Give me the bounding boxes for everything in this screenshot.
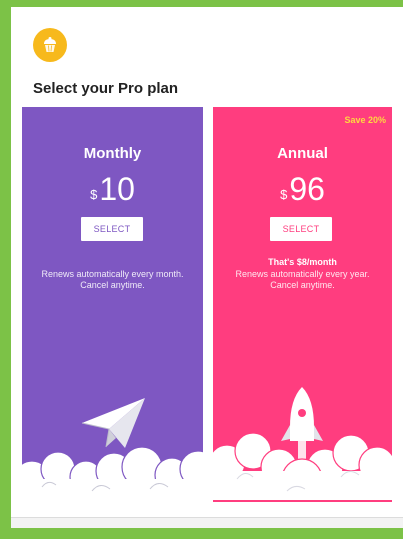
- cupcake-icon: [44, 37, 56, 52]
- monthly-plan-card[interactable]: Monthly $10 SELECT Renews automatically …: [22, 107, 203, 503]
- app-logo: [33, 28, 67, 62]
- paper-plane-icon: [81, 398, 145, 448]
- dialog-title: Select your Pro plan: [33, 80, 179, 97]
- rocket-illustration: [213, 387, 392, 503]
- annual-plan-card[interactable]: Save 20% Annual $96 SELECT That's $8/mon…: [213, 107, 392, 503]
- plan-dialog: Select your Pro plan Monthly $10 SELECT …: [11, 7, 403, 517]
- cloud-shape: [22, 446, 203, 503]
- dialog-bottom-edge: [11, 517, 403, 528]
- paper-plane-illustration: [22, 398, 203, 503]
